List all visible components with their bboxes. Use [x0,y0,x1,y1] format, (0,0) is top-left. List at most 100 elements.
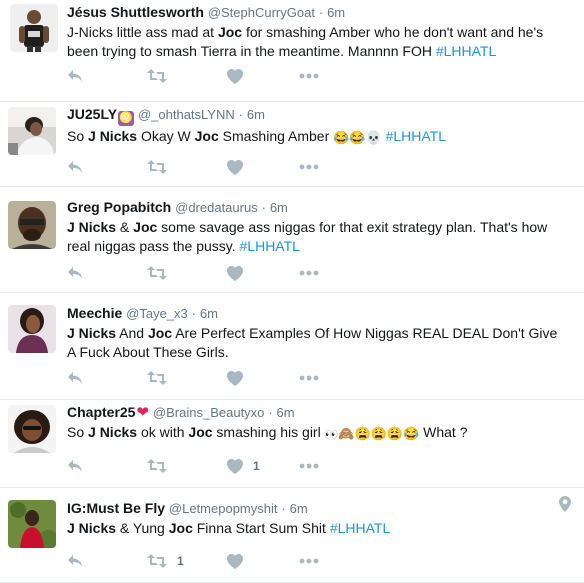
avatar[interactable] [8,405,56,453]
display-name[interactable]: Jésus Shuttlesworth [67,4,204,20]
retweet-icon [147,266,167,280]
tweet-header: Chapter25❤ @Brains_Beautyxo · 6m [67,403,564,422]
tweet-text-segment: smashing his girl [212,424,325,440]
reply-icon [67,459,83,473]
emoji: 😂 [403,426,420,441]
tweet-text-segment: Smashing Amber [218,128,334,144]
reply-icon [67,266,83,280]
retweet-button[interactable] [147,266,187,280]
retweet-button[interactable] [147,160,187,174]
retweet-count: 1 [177,554,184,568]
leo-emoji: ♌ [118,111,135,126]
reply-button[interactable] [67,554,97,568]
keyword-highlight: J Nicks [67,520,117,536]
tweet-5[interactable]: IG:Must Be Fly @Letmepopmyshit · 6m J Ni… [0,488,584,583]
username[interactable]: @dredataurus [175,200,258,215]
more-options-button[interactable] [299,558,319,564]
retweet-button[interactable] [147,459,187,473]
location-pin-icon[interactable] [559,496,571,517]
tweet-feed: Jésus Shuttlesworth @StephCurryGoat · 6m… [0,0,584,583]
tweet-text-segment: Okay W [137,128,195,144]
retweet-button[interactable] [147,371,187,385]
retweet-button[interactable] [147,69,187,83]
timestamp[interactable]: 6m [327,5,345,20]
avatar[interactable] [10,4,58,52]
avatar[interactable] [8,107,56,155]
hashtag-link[interactable]: #LHHATL [330,520,390,536]
more-options-button[interactable] [299,73,319,79]
avatar[interactable] [8,201,56,249]
like-button[interactable] [227,159,267,175]
heart-icon [227,553,243,569]
like-button[interactable] [227,265,267,281]
keyword-highlight: J Nicks [88,424,138,440]
tweet-text-segment: So [67,424,89,440]
display-name[interactable]: JU25LY [67,106,117,122]
username[interactable]: @Taye_x3 [126,306,188,321]
tweet-0[interactable]: Jésus Shuttlesworth @StephCurryGoat · 6m… [0,0,584,102]
display-name[interactable]: Greg Popabitch [67,199,171,215]
username[interactable]: @Letmepopmyshit [169,501,278,516]
tweet-header: IG:Must Be Fly @Letmepopmyshit · 6m [67,499,564,518]
like-button[interactable] [227,68,267,84]
timestamp[interactable]: 6m [200,306,218,321]
tweet-text: J Nicks & Joc some savage ass niggas for… [67,218,564,256]
timestamp[interactable]: 6m [270,200,288,215]
avatar[interactable] [8,500,56,548]
more-options-button[interactable] [299,463,319,469]
tweet-text-segment: & [116,219,134,235]
more-dots-icon [299,270,319,276]
username[interactable]: @_ohthatsLYNN [138,107,235,122]
emoji: 😩 [386,426,404,441]
tweet-header: Jésus Shuttlesworth @StephCurryGoat · 6m [67,3,564,22]
tweet-actions [67,369,371,387]
keyword-highlight: Joc [217,24,243,40]
separator-dot: · [281,501,286,516]
hashtag-link[interactable]: #LHHATL [436,43,496,59]
tweet-1[interactable]: JU25LY ♌ @_ohthatsLYNN · 6m So J Nicks Ok… [0,102,584,187]
reply-icon [67,371,83,385]
retweet-button[interactable]: 1 [147,554,187,568]
tweet-4[interactable]: Chapter25❤ @Brains_Beautyxo · 6m So J Ni… [0,400,584,488]
reply-button[interactable] [67,69,97,83]
tweet-content: IG:Must Be Fly @Letmepopmyshit · 6m J Ni… [67,499,564,538]
more-options-button[interactable] [299,375,319,381]
like-button[interactable] [227,553,267,569]
keyword-highlight: J Nicks [67,325,117,341]
like-button[interactable]: 1 [227,458,267,474]
username[interactable]: @StephCurryGoat [208,5,315,20]
like-button[interactable] [227,370,267,386]
more-options-button[interactable] [299,270,319,276]
reply-button[interactable] [67,459,97,473]
keyword-highlight: Joc [168,520,193,536]
more-options-button[interactable] [299,164,319,170]
keyword-highlight: J Nicks [88,128,138,144]
hashtag-link[interactable]: #LHHATL [240,238,300,254]
retweet-icon [147,69,167,83]
display-name[interactable]: Chapter25 [67,404,135,420]
reply-button[interactable] [67,160,97,174]
display-name[interactable]: IG:Must Be Fly [67,500,165,516]
tweet-2[interactable]: Greg Popabitch @dredataurus · 6m J Nicks… [0,187,584,293]
avatar[interactable] [8,305,56,353]
display-name[interactable]: Meechie [67,305,122,321]
separator-dot: · [191,306,196,321]
hashtag-link[interactable]: #LHHATL [386,128,446,144]
retweet-icon [147,160,167,174]
separator-dot: · [261,200,266,215]
reply-button[interactable] [67,371,97,385]
tweet-text: J Nicks And Joc Are Perfect Examples Of … [67,324,564,362]
tweet-3[interactable]: Meechie @Taye_x3 · 6m J Nicks And Joc Ar… [0,293,584,400]
timestamp[interactable]: 6m [290,501,308,516]
reply-icon [67,160,83,174]
reply-button[interactable] [67,266,97,280]
timestamp[interactable]: 6m [277,405,295,420]
heart-icon [227,370,243,386]
timestamp[interactable]: 6m [247,107,265,122]
tweet-content: Greg Popabitch @dredataurus · 6m J Nicks… [67,198,564,256]
red-heart-emoji: ❤ [136,404,150,421]
username[interactable]: @Brains_Beautyxo [153,405,264,420]
tweet-actions [67,158,371,176]
tweet-actions [67,67,371,85]
tweet-text: J Nicks & Yung Joc Finna Start Sum Shit … [67,519,564,538]
